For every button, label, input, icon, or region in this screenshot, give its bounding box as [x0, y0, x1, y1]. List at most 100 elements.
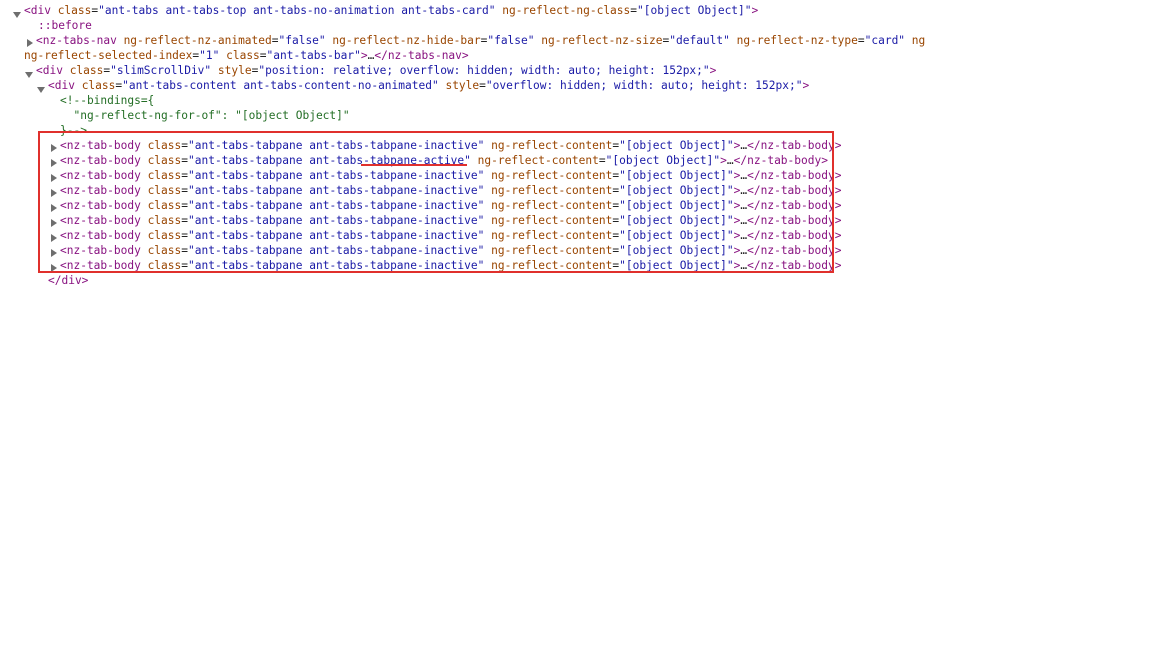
tag-end: </nz-tab-body>	[747, 199, 842, 212]
attr-value: "ant-tabs-tabpane ant-tabs-tabpane-inact…	[188, 259, 485, 272]
eq: =	[181, 169, 188, 182]
tab-body-row[interactable]: <nz-tab-body class="ant-tabs-tabpane ant…	[60, 213, 841, 228]
tab-body-row[interactable]: <nz-tab-body class="ant-tabs-tabpane ant…	[60, 198, 841, 213]
tag-open: <nz-tab-body	[60, 199, 148, 212]
tag-end: </nz-tab-body>	[747, 229, 842, 242]
pseudo-before[interactable]: ::before	[38, 18, 92, 33]
dom-node-root-div[interactable]: <div class="ant-tabs ant-tabs-top ant-ta…	[24, 3, 758, 18]
dom-node-tabs-content-div[interactable]: <div class="ant-tabs-content ant-tabs-co…	[48, 78, 809, 93]
eq: =	[181, 244, 188, 257]
comment-line[interactable]: <!--bindings={	[60, 93, 154, 108]
attr-value: "[object Object]"	[619, 139, 734, 152]
attr-name: style	[445, 79, 480, 92]
attr-name: class	[147, 229, 182, 242]
ellipsis[interactable]: …	[727, 154, 734, 167]
dom-node-slimscroll-div[interactable]: <div class="slimScrollDiv" style="positi…	[36, 63, 716, 78]
expand-triangle-icon[interactable]	[51, 144, 57, 152]
tag-open: <nz-tab-body	[60, 184, 148, 197]
expand-triangle-icon[interactable]	[51, 219, 57, 227]
attr-name: ng	[905, 34, 926, 47]
attr-name: class	[57, 4, 92, 17]
attr-value: "1"	[199, 49, 220, 62]
attr-value: "[object Object]"	[619, 169, 734, 182]
expand-triangle-icon[interactable]	[27, 39, 33, 47]
attr-value: "card"	[864, 34, 906, 47]
attr-value: "ant-tabs-tabpane ant-tabs-tabpane-inact…	[188, 244, 485, 257]
attr-name: ng-reflect-content	[491, 259, 613, 272]
closing-div-tag[interactable]: </div>	[48, 273, 88, 288]
tab-body-row[interactable]: <nz-tab-body class="ant-tabs-tabpane ant…	[60, 228, 841, 243]
attr-name: class	[226, 49, 260, 62]
attr-name: ng-reflect-nz-animated	[123, 34, 272, 47]
collapse-triangle-icon[interactable]	[13, 12, 21, 18]
attr-name: class	[69, 64, 104, 77]
attr-name: ng-reflect-selected-index	[24, 49, 193, 62]
collapse-triangle-icon[interactable]	[37, 87, 45, 93]
comment-line[interactable]: "ng-reflect-ng-for-of": "[object Object]…	[60, 108, 349, 123]
attr-name: class	[147, 214, 182, 227]
attr-name: class	[147, 199, 182, 212]
tag-open: <div	[24, 4, 58, 17]
attr-value: "position: relative; overflow: hidden; w…	[258, 64, 710, 77]
tag-open: <nz-tab-body	[60, 154, 148, 167]
tag-end: </nz-tab-body>	[747, 184, 842, 197]
tag-end: </nz-tab-body>	[733, 154, 828, 167]
attr-name: ng-reflect-nz-type	[736, 34, 858, 47]
eq: =	[598, 154, 606, 167]
tab-body-row[interactable]: <nz-tab-body class="ant-tabs-tabpane ant…	[60, 168, 841, 183]
dom-node-nz-tabs-nav[interactable]: <nz-tabs-nav ng-reflect-nz-animated="fal…	[36, 33, 925, 48]
tag-close: >	[751, 4, 759, 17]
attr-name: ng-reflect-content	[491, 184, 613, 197]
expand-triangle-icon[interactable]	[51, 204, 57, 212]
attr-value: "[object Object]"	[619, 229, 734, 242]
dom-node-nz-tabs-nav-wrap[interactable]: ng-reflect-selected-index="1" class="ant…	[24, 48, 469, 63]
eq: =	[181, 259, 188, 272]
attr-value: "ant-tabs-tabpane ant-tabs-tabpane-inact…	[188, 139, 485, 152]
tag-end: </nz-tab-body>	[747, 214, 842, 227]
attr-name: ng-reflect-nz-size	[541, 34, 663, 47]
tag-end: </nz-tab-body>	[747, 169, 842, 182]
tag-open: <nz-tab-body	[60, 139, 148, 152]
attr-value: "ant-tabs-bar"	[266, 49, 361, 62]
expand-triangle-icon[interactable]	[51, 189, 57, 197]
tag-close: >	[360, 49, 368, 62]
attr-value: "ant-tabs-content ant-tabs-content-no-an…	[122, 79, 439, 92]
comment-line[interactable]: }-->	[60, 123, 87, 138]
eq: =	[181, 199, 188, 212]
attr-name: ng-reflect-content	[491, 214, 613, 227]
tag-close: >	[802, 79, 810, 92]
attr-name: style	[217, 64, 252, 77]
tab-body-row[interactable]: <nz-tab-body class="ant-tabs-tabpane ant…	[60, 243, 841, 258]
expand-triangle-icon[interactable]	[51, 234, 57, 242]
attr-value: "[object Object]"	[619, 184, 734, 197]
expand-triangle-icon[interactable]	[51, 159, 57, 167]
collapse-triangle-icon[interactable]	[25, 72, 33, 78]
tab-body-row[interactable]: <nz-tab-body class="ant-tabs-tabpane ant…	[60, 258, 841, 273]
tab-body-row[interactable]: <nz-tab-body class="ant-tabs-tabpane ant…	[60, 153, 828, 168]
eq: =	[181, 229, 188, 242]
attr-name: ng-reflect-content	[491, 169, 613, 182]
expand-triangle-icon[interactable]	[51, 174, 57, 182]
attr-value: "slimScrollDiv"	[110, 64, 212, 77]
attr-name: class	[147, 184, 182, 197]
tag-end: </nz-tab-body>	[747, 139, 842, 152]
attr-name: ng-reflect-content	[491, 229, 613, 242]
eq: =	[181, 154, 188, 167]
attr-name: ng-reflect-content	[477, 154, 599, 167]
attr-name: ng-reflect-content	[491, 199, 613, 212]
expand-triangle-icon[interactable]	[51, 264, 57, 272]
attr-value: "ant-tabs ant-tabs-top ant-tabs-no-anima…	[98, 4, 496, 17]
tag-open: <nz-tab-body	[60, 259, 148, 272]
attr-value: "default"	[669, 34, 730, 47]
tab-body-row[interactable]: <nz-tab-body class="ant-tabs-tabpane ant…	[60, 138, 841, 153]
attr-value: "[object Object]"	[605, 154, 721, 167]
attr-name: ng-reflect-ng-class	[502, 4, 631, 17]
attr-name: ng-reflect-nz-hide-bar	[332, 34, 481, 47]
attr-value: "false"	[487, 34, 535, 47]
tab-body-row[interactable]: <nz-tab-body class="ant-tabs-tabpane ant…	[60, 183, 841, 198]
attr-value: "false"	[278, 34, 326, 47]
tag-open: <div	[36, 64, 70, 77]
expand-triangle-icon[interactable]	[51, 249, 57, 257]
attr-name: class	[147, 259, 182, 272]
